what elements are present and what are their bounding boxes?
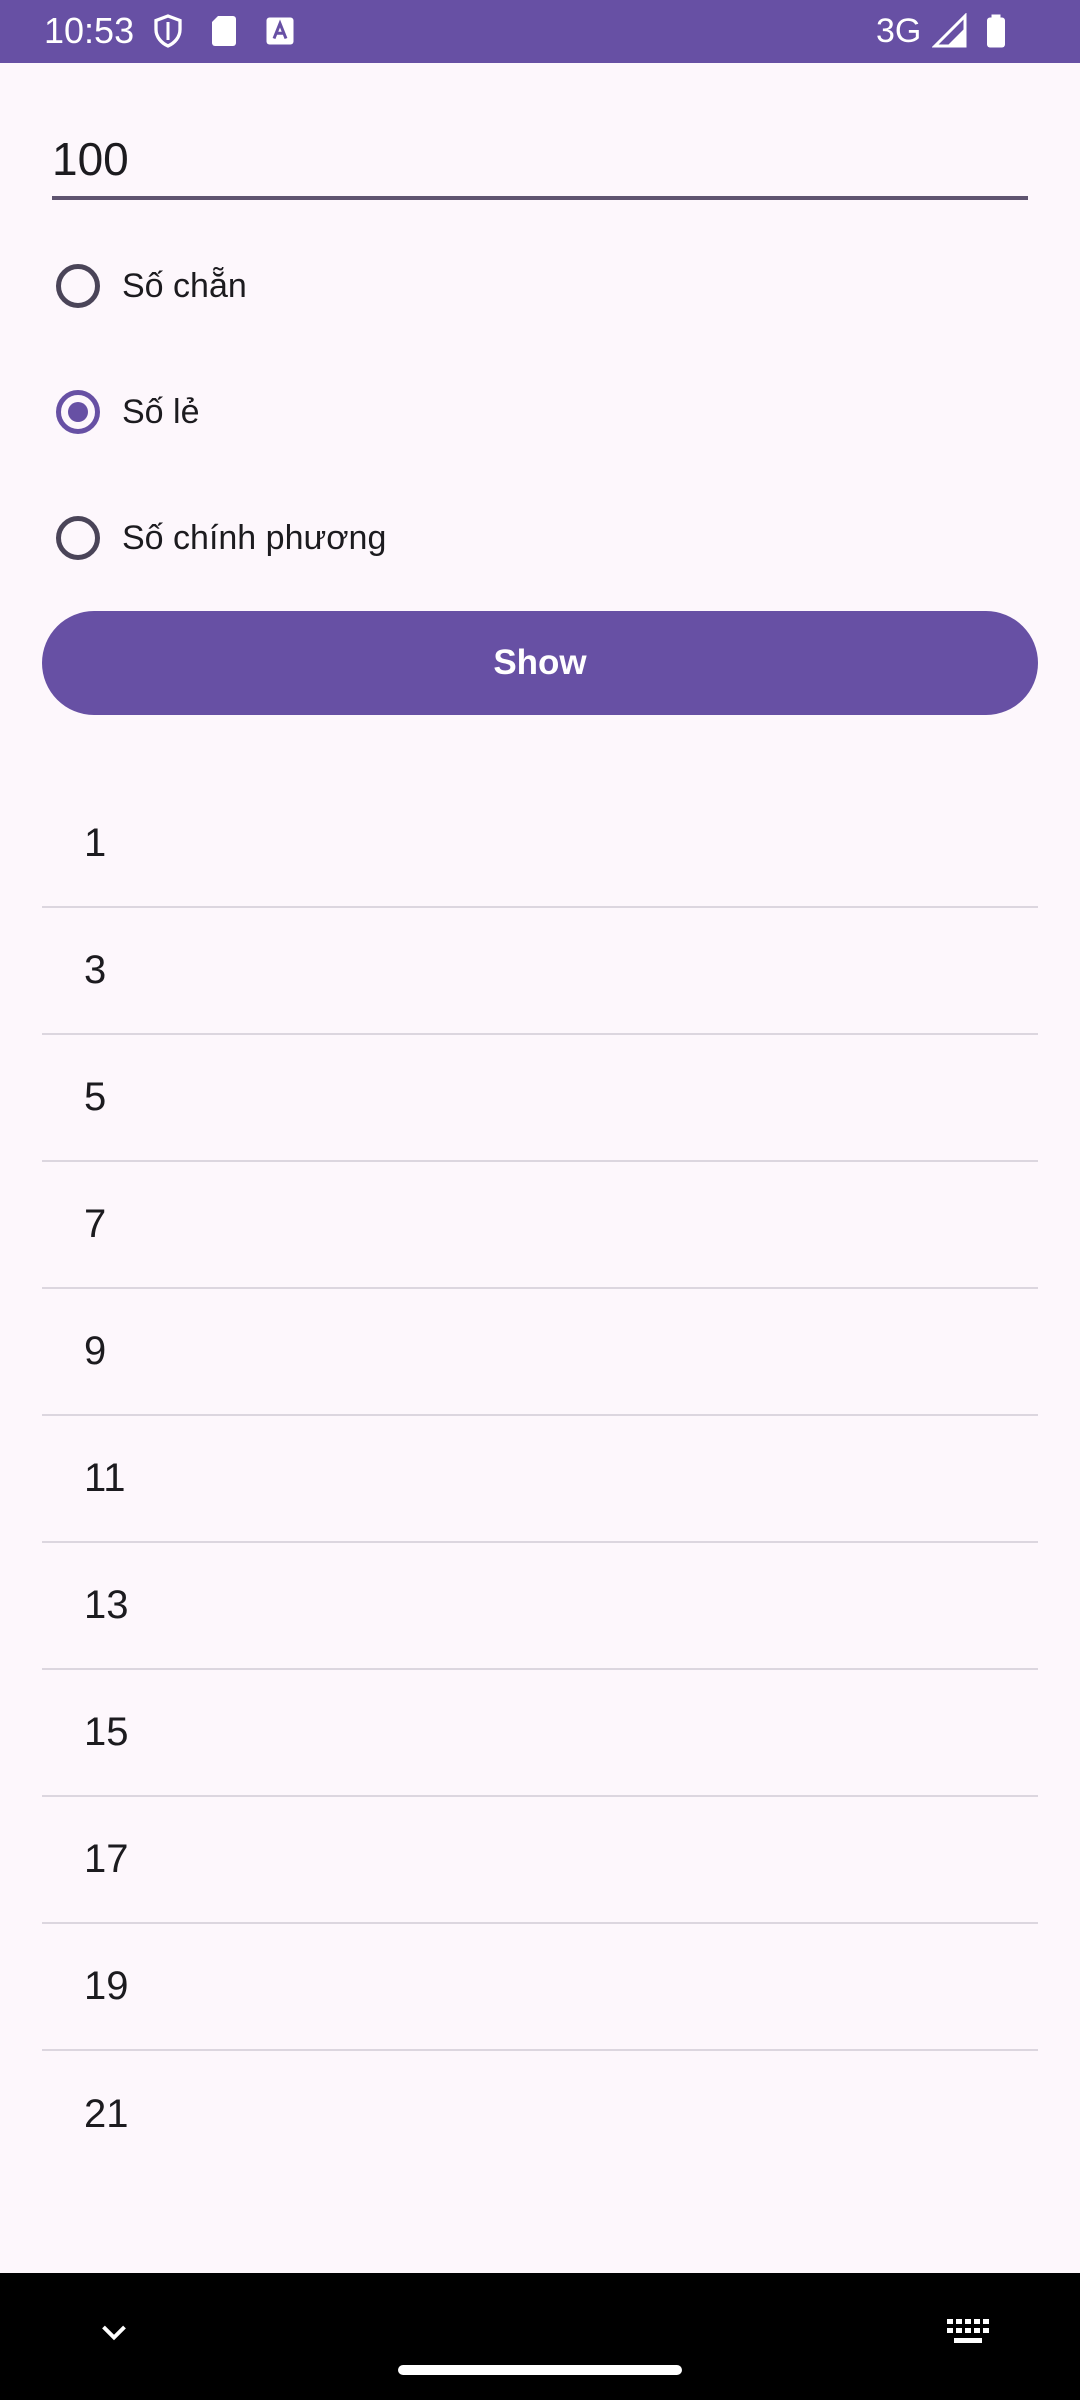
keyboard-icon[interactable] [946, 2317, 990, 2347]
list-item[interactable]: 3 [42, 908, 1038, 1035]
radio-square-numbers[interactable]: Số chính phương [52, 496, 652, 580]
text-a-icon [266, 17, 294, 45]
radio-label: Số chẵn [122, 266, 247, 305]
status-bar: 10:53 3G [0, 0, 1080, 63]
list-item[interactable]: 17 [42, 1797, 1038, 1924]
app-screen: 10:53 3G Số chẵn Số lẻ S [0, 0, 1080, 2400]
list-item[interactable]: 7 [42, 1162, 1038, 1289]
list-item[interactable]: 5 [42, 1035, 1038, 1162]
radio-odd-numbers[interactable]: Số lẻ [52, 370, 652, 454]
radio-button-unchecked[interactable] [56, 264, 100, 308]
navigation-bar [0, 2273, 1080, 2400]
list-item[interactable]: 21 [42, 2051, 1038, 2178]
home-handle[interactable] [398, 2365, 682, 2375]
chevron-down-icon[interactable] [96, 2315, 132, 2351]
show-button[interactable]: Show [42, 611, 1038, 715]
shield-icon [154, 14, 182, 48]
list-item[interactable]: 11 [42, 1416, 1038, 1543]
battery-icon [987, 14, 1005, 48]
radio-label: Số lẻ [122, 392, 200, 431]
result-list[interactable]: 1 3 5 7 9 11 13 15 17 19 21 [42, 781, 1038, 2178]
list-item[interactable]: 9 [42, 1289, 1038, 1416]
list-item[interactable]: 19 [42, 1924, 1038, 2051]
sd-card-icon [212, 16, 236, 46]
radio-button-checked[interactable] [56, 390, 100, 434]
list-item[interactable]: 15 [42, 1670, 1038, 1797]
radio-label: Số chính phương [122, 518, 387, 557]
status-time: 10:53 [44, 10, 135, 51]
radio-button-unchecked[interactable] [56, 516, 100, 560]
list-item[interactable]: 1 [42, 781, 1038, 908]
number-input[interactable] [52, 122, 1028, 200]
signal-icon [932, 13, 967, 48]
network-type: 3G [876, 12, 922, 50]
radio-even-numbers[interactable]: Số chẵn [52, 244, 652, 328]
list-item[interactable]: 13 [42, 1543, 1038, 1670]
